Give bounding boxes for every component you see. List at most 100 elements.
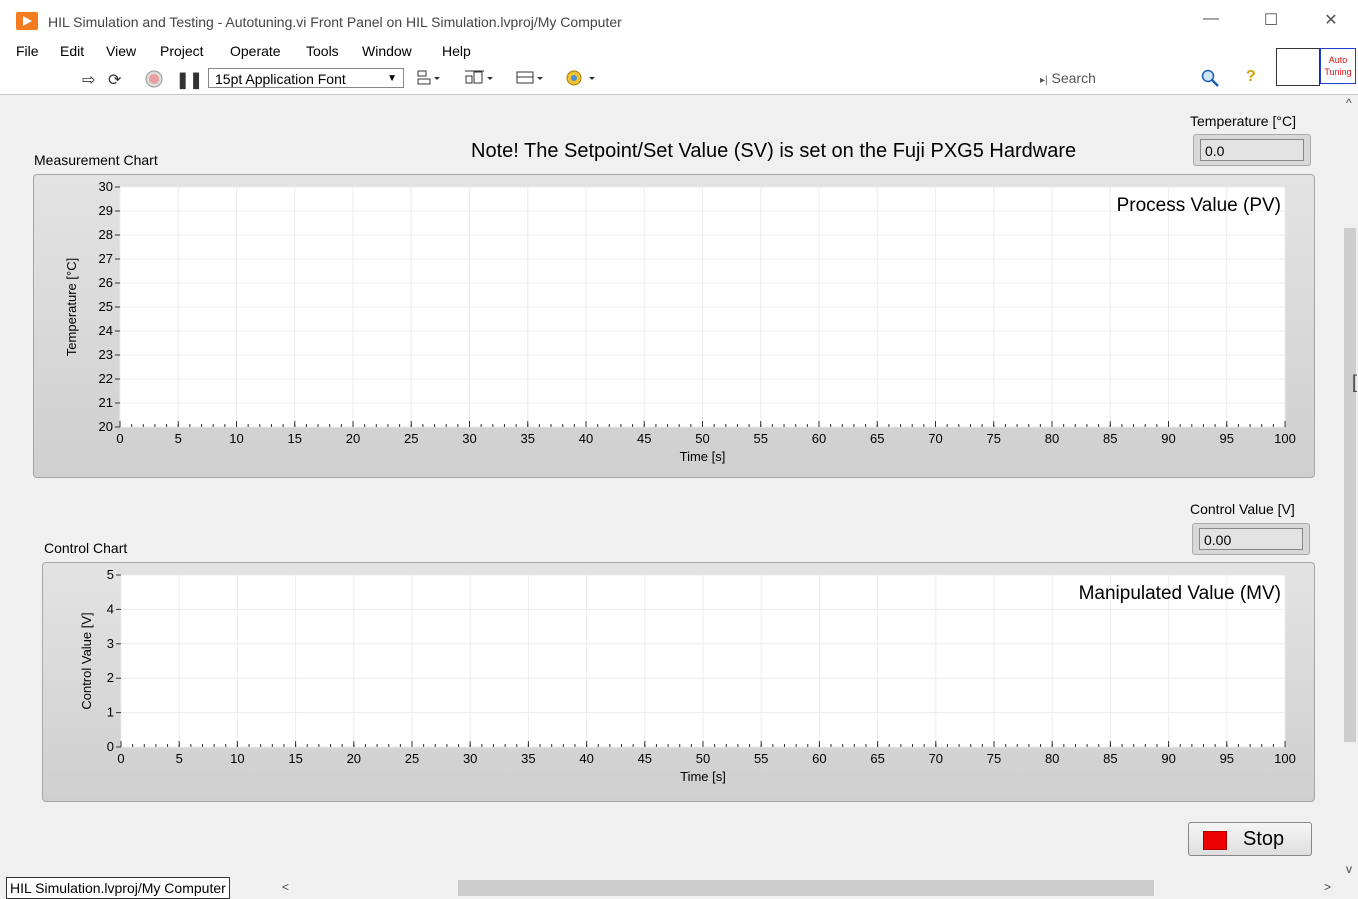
scroll-left-icon[interactable]: < xyxy=(282,880,289,894)
y-tick-label: 4 xyxy=(107,601,114,616)
menu-help[interactable]: Help xyxy=(442,43,471,59)
x-tick-label: 55 xyxy=(754,751,768,766)
y-tick-label: 22 xyxy=(99,371,113,386)
minimize-button[interactable]: — xyxy=(1196,10,1226,32)
x-tick-label: 25 xyxy=(405,751,419,766)
measurement-chart-plot: 0 5 10 15 20 25 30 35 40 45 50 55 60 65 70 75 80 85 90 95 10… xyxy=(64,179,1296,464)
x-tick-label: 0 xyxy=(116,431,123,446)
stop-led-icon xyxy=(1203,831,1227,850)
scroll-right-icon[interactable]: > xyxy=(1324,880,1331,894)
vi-icon-text-line1: Auto xyxy=(1328,55,1348,65)
y-tick-label: 1 xyxy=(107,705,114,720)
y-axis-label: Control Value [V] xyxy=(79,612,94,709)
setpoint-note: Note! The Setpoint/Set Value (SV) is set… xyxy=(471,140,1077,162)
x-tick-label: 65 xyxy=(870,751,884,766)
close-button[interactable]: ✕ xyxy=(1316,10,1346,32)
horizontal-scroll-thumb[interactable] xyxy=(458,880,1154,896)
x-tick-label: 70 xyxy=(929,751,943,766)
x-tick-label: 30 xyxy=(463,751,477,766)
menu-project[interactable]: Project xyxy=(160,43,204,59)
connector-pane-icon[interactable]: Auto Tuning xyxy=(1320,48,1356,84)
x-tick-label: 90 xyxy=(1161,431,1175,446)
labview-app-icon xyxy=(16,12,38,30)
menu-edit[interactable]: Edit xyxy=(60,43,84,59)
vi-icon[interactable] xyxy=(1276,48,1320,86)
control-value: 0.00 xyxy=(1199,528,1303,550)
x-tick-label: 20 xyxy=(346,431,360,446)
y-tick-label: 26 xyxy=(99,275,113,290)
menu-window[interactable]: Window xyxy=(362,43,412,59)
maximize-button[interactable]: ☐ xyxy=(1256,10,1286,32)
x-tick-label: 100 xyxy=(1274,751,1296,766)
x-tick-label: 85 xyxy=(1103,751,1117,766)
x-tick-label: 80 xyxy=(1045,751,1059,766)
y-tick-label: 30 xyxy=(99,179,113,194)
stop-button[interactable]: Stop xyxy=(1188,822,1312,856)
align-objects-icon[interactable] xyxy=(416,68,442,93)
x-tick-label: 50 xyxy=(696,751,710,766)
y-tick-label: 23 xyxy=(99,347,113,362)
x-tick-label: 40 xyxy=(579,751,593,766)
panel-splitter-icon[interactable]: [ xyxy=(1352,372,1357,393)
temperature-indicator-label: Temperature [°C] xyxy=(1190,113,1296,129)
y-tick-label: 27 xyxy=(99,251,113,266)
resize-objects-icon[interactable] xyxy=(514,68,544,93)
context-help-icon[interactable]: ? xyxy=(1246,68,1256,86)
control-chart[interactable]: 0 5 10 15 20 25 30 35 40 45 50 55 60 65 70 75 80 85 90 95 10… xyxy=(42,562,1315,802)
x-tick-label: 10 xyxy=(229,431,243,446)
plot-legend-label: Manipulated Value (MV) xyxy=(1079,583,1281,604)
run-continuously-icon[interactable]: ⟳ xyxy=(108,70,121,90)
reorder-icon[interactable] xyxy=(564,68,596,93)
x-tick-label: 60 xyxy=(812,751,826,766)
distribute-objects-icon[interactable] xyxy=(464,68,494,93)
menu-tools[interactable]: Tools xyxy=(306,43,339,59)
run-arrow-icon[interactable]: ⇨ xyxy=(82,70,95,90)
x-tick-label: 75 xyxy=(987,431,1001,446)
vi-icon-text-line2: Tuning xyxy=(1324,67,1352,77)
font-select-value: 15pt Application Font xyxy=(215,71,346,87)
vertical-scroll-thumb[interactable] xyxy=(1344,228,1356,742)
temperature-value: 0.0 xyxy=(1200,139,1304,161)
y-axis-label: Temperature [°C] xyxy=(64,258,79,356)
temperature-indicator: 0.0 xyxy=(1193,134,1311,166)
y-tick-label: 25 xyxy=(99,299,113,314)
x-tick-label: 50 xyxy=(695,431,709,446)
measurement-chart-label: Measurement Chart xyxy=(34,152,158,168)
text-settings-select[interactable]: 15pt Application Font ▼ xyxy=(208,68,404,88)
control-chart-plot: 0 5 10 15 20 25 30 35 40 45 50 55 60 65 70 75 80 85 90 95 10… xyxy=(79,567,1296,784)
x-tick-label: 95 xyxy=(1220,751,1234,766)
control-indicator-label: Control Value [V] xyxy=(1190,501,1295,517)
x-tick-label: 60 xyxy=(812,431,826,446)
x-tick-label: 65 xyxy=(870,431,884,446)
search-icon[interactable] xyxy=(1200,68,1220,93)
x-tick-label: 25 xyxy=(404,431,418,446)
y-tick-label: 29 xyxy=(99,203,113,218)
scroll-up-icon[interactable]: ^ xyxy=(1346,96,1352,110)
x-tick-label: 0 xyxy=(117,751,124,766)
y-tick-label: 0 xyxy=(107,739,114,754)
x-tick-label: 30 xyxy=(462,431,476,446)
x-tick-label: 5 xyxy=(176,751,183,766)
measurement-chart[interactable]: 0 5 10 15 20 25 30 35 40 45 50 55 60 65 70 75 80 85 90 95 10… xyxy=(33,174,1315,478)
y-tick-label: 28 xyxy=(99,227,113,242)
abort-execution-icon[interactable] xyxy=(144,69,164,94)
x-tick-label: 45 xyxy=(638,751,652,766)
control-chart-label: Control Chart xyxy=(44,540,128,556)
y-tick-label: 5 xyxy=(107,567,114,582)
menu-view[interactable]: View xyxy=(106,43,136,59)
x-tick-label: 40 xyxy=(579,431,593,446)
project-context-label: HIL Simulation.lvproj/My Computer xyxy=(6,877,230,899)
menu-bar: File Edit View Project Operate Tools Win… xyxy=(0,40,1358,64)
menu-file[interactable]: File xyxy=(16,43,39,59)
toolbar: ⇨ ⟳ ❚❚ 15pt Application Font ▼ ▸| Search… xyxy=(0,64,1358,95)
x-tick-label: 70 xyxy=(928,431,942,446)
plot-legend-label: Process Value (PV) xyxy=(1117,195,1281,216)
pause-icon[interactable]: ❚❚ xyxy=(176,70,203,90)
menu-operate[interactable]: Operate xyxy=(230,43,281,59)
control-value-indicator: 0.00 xyxy=(1192,523,1310,555)
window-title: HIL Simulation and Testing - Autotuning.… xyxy=(48,14,622,30)
x-tick-label: 55 xyxy=(754,431,768,446)
x-tick-label: 20 xyxy=(347,751,361,766)
scroll-down-icon[interactable]: v xyxy=(1346,862,1352,876)
x-tick-label: 100 xyxy=(1274,431,1296,446)
